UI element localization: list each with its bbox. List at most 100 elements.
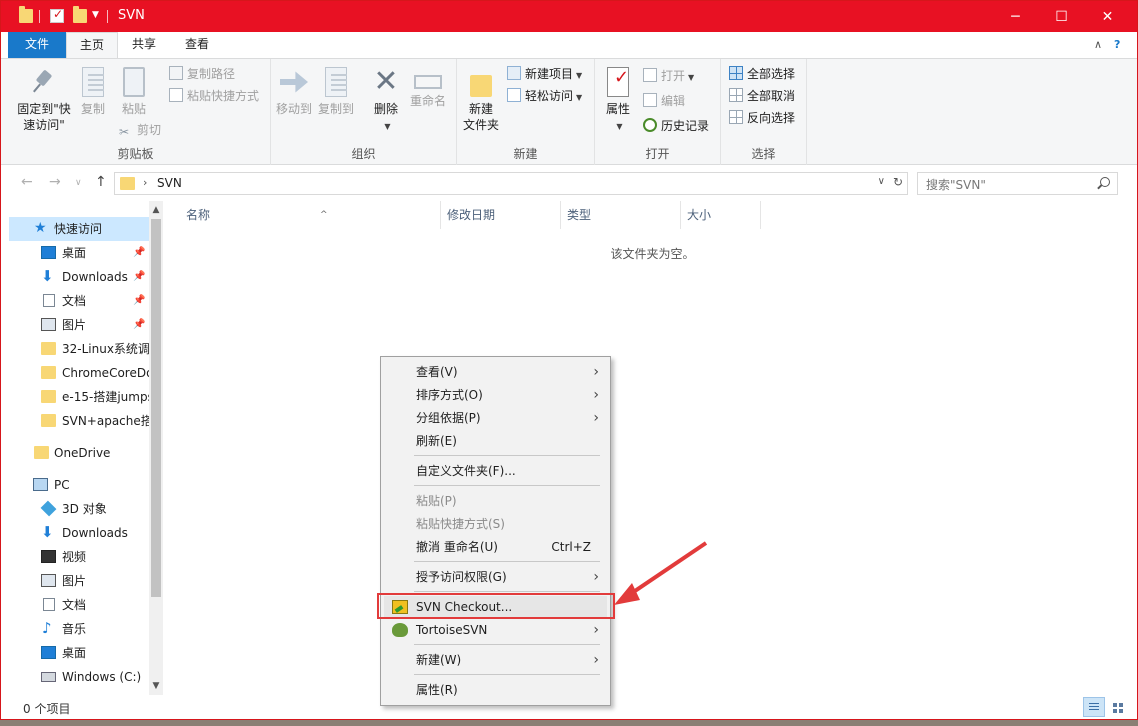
- paste-shortcut-button[interactable]: 粘贴快捷方式: [169, 87, 259, 105]
- pin-icon[interactable]: 📌: [133, 265, 145, 289]
- new-item-button[interactable]: 新建项目 ▼: [507, 65, 582, 83]
- ribbon: 固定到"快 速访问" 复制 粘贴 复制路径 粘贴快捷方式 ✂ 剪切 剪贴板 移动…: [1, 58, 1137, 165]
- menu-item-undo[interactable]: 撤消 重命名(U) Ctrl+Z: [384, 536, 607, 558]
- nav-item-pictures[interactable]: 图片: [9, 569, 150, 593]
- scissors-icon: ✂: [119, 125, 130, 139]
- delete-button[interactable]: ✕ 删除 ▼: [369, 67, 403, 135]
- title-bar[interactable]: ▼ SVN ─ ☐ ✕: [1, 1, 1137, 32]
- menu-item-paste-shortcut[interactable]: 粘贴快捷方式(S): [384, 513, 607, 535]
- open-button[interactable]: 打开 ▼: [643, 67, 694, 85]
- refresh-icon[interactable]: ↻: [893, 175, 903, 189]
- tab-view[interactable]: 查看: [170, 32, 224, 58]
- search-box[interactable]: 搜索"SVN": [917, 172, 1118, 195]
- menu-separator: [414, 455, 600, 456]
- menu-item-refresh[interactable]: 刷新(E): [384, 430, 607, 452]
- nav-item-documents[interactable]: 文档 📌: [9, 289, 150, 313]
- search-input[interactable]: 搜索"SVN": [926, 176, 986, 193]
- nav-item-downloads[interactable]: ⬇ Downloads 📌: [9, 265, 150, 289]
- invert-selection-button[interactable]: 反向选择: [729, 109, 795, 127]
- large-icons-view-button[interactable]: [1107, 697, 1129, 717]
- nav-item-drive-c[interactable]: Windows (C:): [9, 665, 150, 689]
- nav-item-folder[interactable]: SVN+apache搭建: [9, 409, 150, 433]
- recent-locations-icon[interactable]: ∨: [75, 178, 82, 188]
- nav-item-desktop[interactable]: 桌面 📌: [9, 241, 150, 265]
- help-icon[interactable]: ?: [1114, 38, 1120, 51]
- nav-item-videos[interactable]: 视频: [9, 545, 150, 569]
- menu-item-view[interactable]: 查看(V) ›: [384, 361, 607, 383]
- easy-access-button[interactable]: 轻松访问 ▼: [507, 87, 582, 105]
- menu-item-new[interactable]: 新建(W) ›: [384, 649, 607, 671]
- address-path[interactable]: SVN: [157, 176, 182, 190]
- move-to-button[interactable]: 移动到: [275, 67, 313, 117]
- address-bar[interactable]: › SVN ∨ ↻: [114, 172, 908, 195]
- tab-share[interactable]: 共享: [118, 32, 170, 58]
- nav-item-folder[interactable]: e-15-搭建jumpserver: [9, 385, 150, 409]
- column-header-name[interactable]: 名称 ^: [180, 201, 441, 229]
- scroll-down-icon[interactable]: ▼: [149, 679, 163, 693]
- details-view-button[interactable]: [1083, 697, 1105, 717]
- document-icon: [43, 598, 55, 611]
- delete-dropdown-icon[interactable]: ▼: [384, 122, 390, 131]
- content-pane[interactable]: 名称 ^ 修改日期 类型 大小 该文件夹为空。: [166, 201, 1137, 695]
- select-all-button[interactable]: 全部选择: [729, 65, 795, 83]
- copy-to-button[interactable]: 复制到: [317, 67, 355, 117]
- column-header-modified[interactable]: 修改日期: [441, 201, 561, 229]
- pin-icon[interactable]: 📌: [133, 313, 145, 337]
- pin-to-quick-access-button[interactable]: 固定到"快 速访问": [11, 67, 77, 133]
- menu-item-paste[interactable]: 粘贴(P): [384, 490, 607, 512]
- menu-item-tortoisesvn[interactable]: TortoiseSVN ›: [384, 619, 607, 641]
- paste-button[interactable]: 粘贴: [117, 67, 151, 117]
- edit-button[interactable]: 编辑: [643, 92, 685, 110]
- chevron-right-icon[interactable]: ›: [143, 176, 147, 189]
- nav-item-music[interactable]: ♪ 音乐: [9, 617, 150, 641]
- video-icon: [41, 550, 56, 563]
- select-all-label: 全部选择: [747, 67, 796, 81]
- properties-dropdown-icon[interactable]: ▼: [616, 122, 622, 131]
- scroll-thumb[interactable]: [151, 219, 161, 597]
- forward-arrow-icon[interactable]: →: [49, 174, 61, 190]
- nav-item-folder[interactable]: ChromeCoreDownloads: [9, 361, 150, 385]
- chevron-down-icon[interactable]: ∨: [878, 176, 885, 187]
- pin-icon[interactable]: 📌: [133, 289, 145, 313]
- menu-item-sort[interactable]: 排序方式(O) ›: [384, 384, 607, 406]
- minimize-button[interactable]: ─: [993, 1, 1038, 32]
- menu-item-give-access[interactable]: 授予访问权限(G) ›: [384, 566, 607, 588]
- pin-icon[interactable]: 📌: [133, 241, 145, 265]
- maximize-button[interactable]: ☐: [1039, 1, 1084, 32]
- nav-item-onedrive[interactable]: OneDrive: [9, 441, 150, 465]
- nav-scrollbar[interactable]: ▲ ▼: [149, 201, 163, 695]
- collapse-ribbon-icon[interactable]: ∧: [1094, 38, 1102, 51]
- column-header-size[interactable]: 大小: [681, 201, 761, 229]
- properties-button[interactable]: 属性 ▼: [601, 67, 635, 135]
- back-arrow-icon[interactable]: ←: [21, 174, 33, 190]
- up-arrow-icon[interactable]: ↑: [95, 174, 107, 190]
- scroll-up-icon[interactable]: ▲: [149, 203, 163, 217]
- nav-item-downloads[interactable]: ⬇ Downloads: [9, 521, 150, 545]
- nav-quick-access[interactable]: ★ 快速访问: [9, 217, 150, 241]
- edit-label: 编辑: [661, 94, 686, 108]
- cut-button[interactable]: ✂ 剪切: [119, 121, 161, 139]
- column-header-type[interactable]: 类型: [561, 201, 681, 229]
- search-icon[interactable]: [1100, 177, 1110, 187]
- copy-button[interactable]: 复制: [77, 67, 109, 117]
- new-folder-button[interactable]: 新建 文件夹: [461, 67, 501, 133]
- nav-item-folder[interactable]: 32-Linux系统调优: [9, 337, 150, 361]
- close-button[interactable]: ✕: [1085, 1, 1130, 32]
- menu-item-group[interactable]: 分组依据(P) ›: [384, 407, 607, 429]
- menu-item-properties[interactable]: 属性(R): [384, 679, 607, 701]
- rename-button[interactable]: 重命名: [407, 67, 449, 109]
- select-none-button[interactable]: 全部取消: [729, 87, 795, 105]
- customize-quick-access-icon[interactable]: ▼: [92, 10, 99, 20]
- new-folder-quick-icon[interactable]: [73, 6, 87, 23]
- properties-quick-icon[interactable]: [50, 7, 64, 23]
- nav-item-pictures[interactable]: 图片 📌: [9, 313, 150, 337]
- history-button[interactable]: 历史记录: [643, 117, 709, 135]
- tab-home[interactable]: 主页: [66, 32, 118, 58]
- tab-file[interactable]: 文件: [8, 32, 66, 58]
- copy-path-button[interactable]: 复制路径: [169, 65, 235, 83]
- nav-item-desktop[interactable]: 桌面: [9, 641, 150, 665]
- menu-item-customize[interactable]: 自定义文件夹(F)...: [384, 460, 607, 482]
- nav-item-3d-objects[interactable]: 3D 对象: [9, 497, 150, 521]
- nav-item-pc[interactable]: PC: [9, 473, 150, 497]
- nav-item-documents[interactable]: 文档: [9, 593, 150, 617]
